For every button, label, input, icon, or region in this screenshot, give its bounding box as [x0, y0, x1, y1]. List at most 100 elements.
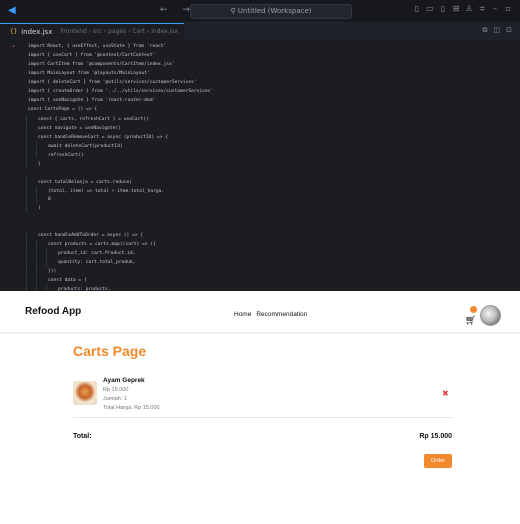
- nav-link-recommendation[interactable]: Recommendation: [256, 311, 307, 318]
- avatar[interactable]: [480, 305, 501, 326]
- food-image: [73, 381, 97, 405]
- indent-guide: [26, 257, 36, 266]
- indent-guide: [36, 248, 46, 257]
- code-line: const totalBelanja = carts.reduce(: [0, 177, 520, 186]
- tab-filename: index.jsx: [21, 27, 53, 36]
- code-text: import { useNavigate } from 'react-route…: [28, 97, 156, 103]
- nav-links: Home Recommendation: [234, 311, 307, 318]
- indent-guide: [26, 123, 36, 132]
- code-area[interactable]: • import React, { useEffect, useState } f…: [0, 40, 520, 291]
- indent-guide: [36, 257, 46, 266]
- code-line: import MainLayout from '@layouts/MainLay…: [0, 70, 520, 79]
- code-line: import { useCart } from '@context/CartCo…: [0, 52, 520, 61]
- code-line: 0: [0, 194, 520, 204]
- settings-icon[interactable]: ≑: [478, 4, 486, 13]
- indent-guide: [26, 203, 36, 212]
- code-text: product_id: cart.Product.id,: [58, 251, 136, 257]
- more-actions-icon[interactable]: ◫: [494, 26, 501, 35]
- indent-guide: [36, 186, 46, 194]
- toggle-sidebar-icon[interactable]: ▯: [413, 4, 421, 13]
- code-line: (total, item) => total + item.total_harg…: [0, 186, 520, 195]
- code-line: }: [0, 159, 520, 168]
- code-text: refreshCart(): [48, 152, 84, 158]
- total-label: Total:: [73, 433, 92, 440]
- code-line: quantity: cart.total_produk,: [0, 257, 520, 267]
- code-line: const data = {: [0, 275, 520, 284]
- indent-guide: [36, 275, 46, 284]
- code-line: refreshCart(): [0, 150, 520, 159]
- indent-guide: [26, 248, 36, 257]
- code-text: const { carts, refreshCart } = useCart(): [38, 117, 149, 122]
- code-text: import { useCart } from '@context/CartCo…: [28, 52, 156, 58]
- code-line: await deleteCart(productId): [0, 141, 520, 150]
- minimize-icon[interactable]: –: [491, 4, 499, 13]
- search-icon: ⚲: [230, 7, 238, 15]
- code-line: const handleRemoveCart = async (productI…: [0, 132, 520, 141]
- code-text: import React, { useEffect, useState } fr…: [28, 44, 167, 49]
- code-text: })): [48, 268, 57, 274]
- brand-logo[interactable]: Refood App: [25, 306, 81, 317]
- code-text: import { createOrder } from '../../utils…: [28, 88, 214, 94]
- code-text: await deleteCart(productId): [48, 143, 123, 149]
- split-editor-icon[interactable]: ⧉: [483, 26, 488, 35]
- indent-guide: [26, 159, 36, 168]
- code-line: })): [0, 266, 520, 275]
- cart-button[interactable]: 🛒︎: [465, 306, 477, 326]
- indent-guide: [36, 284, 46, 291]
- page-title: Carts Page: [73, 343, 147, 359]
- indent-guide: [26, 186, 36, 194]
- toggle-secondary-sidebar-icon[interactable]: ▯: [439, 4, 447, 13]
- toggle-panel-icon[interactable]: ▭: [426, 4, 434, 13]
- order-button[interactable]: Order: [424, 454, 452, 468]
- indent-guide: [26, 266, 36, 275]
- item-quantity: Jumlah: 1: [103, 396, 127, 402]
- code-line: const CartsPage = () => {: [0, 106, 520, 115]
- layout-icon[interactable]: ⊞: [452, 4, 460, 13]
- code-text: ): [38, 206, 41, 212]
- cart-badge: [470, 306, 477, 313]
- indent-guide: [36, 141, 46, 150]
- cart-item: Ayam Geprek Rp 15.000 Jumlah: 1 Total Ha…: [73, 375, 454, 418]
- indent-guide: [46, 284, 56, 291]
- maximize-icon[interactable]: ▫: [504, 4, 512, 13]
- code-text: const handleRemoveCart = async (productI…: [38, 134, 168, 140]
- item-price: Rp 15.000: [103, 387, 129, 393]
- code-text: }: [38, 161, 41, 167]
- code-line: import CartItem from '@components/CartIt…: [0, 61, 520, 70]
- indent-guide: [36, 150, 46, 159]
- indent-guide: [26, 194, 36, 203]
- indent-guide: [26, 284, 36, 291]
- indent-guide: [26, 275, 36, 284]
- code-line: const products = carts.map((cart) => ({: [0, 239, 520, 249]
- jsx-file-icon: {}: [10, 28, 18, 35]
- nav-link-home[interactable]: Home: [234, 311, 251, 318]
- accounts-icon[interactable]: ♙: [465, 4, 473, 13]
- cart-icon: 🛒︎: [465, 316, 477, 326]
- total-value: Rp 15.000: [419, 433, 452, 440]
- editor-actions: ⧉ ◫ ⊡: [483, 26, 513, 35]
- indent-guide: [26, 230, 36, 239]
- git-change-icon: •: [12, 44, 16, 50]
- command-center-search[interactable]: ⚲ Untitled (Workspace): [190, 4, 352, 19]
- remove-cart-icon[interactable]: ✖︎: [442, 389, 449, 398]
- code-text: import CartItem from '@components/CartIt…: [28, 61, 175, 67]
- indent-guide: [46, 257, 56, 266]
- code-text: const navigate = useNavigate(): [38, 125, 121, 131]
- code-line: product_id: cart.Product.id,: [0, 248, 520, 258]
- item-total: Total Harga: Rp 15.000: [103, 405, 160, 411]
- indent-guide: [36, 239, 46, 248]
- code-text: import { deleteCart } from '@utils/servi…: [28, 79, 197, 85]
- indent-guide: [36, 194, 46, 203]
- item-name: Ayam Geprek: [103, 377, 145, 384]
- code-text: const CartsPage = () => {: [28, 106, 98, 112]
- browser-app-view: Refood App Home Recommendation 🛒︎ Carts …: [0, 291, 520, 524]
- code-line: • import React, { useEffect, useState } f…: [0, 43, 520, 52]
- tab-index-jsx[interactable]: {} index.jsx Frontend › src › pages › Ca…: [0, 22, 184, 40]
- overflow-icon[interactable]: ⊡: [506, 26, 512, 35]
- vscode-logo-icon: ◀: [8, 5, 16, 16]
- code-text: quantity: cart.total_produk,: [58, 260, 136, 265]
- navbar: Refood App Home Recommendation 🛒︎: [0, 291, 520, 333]
